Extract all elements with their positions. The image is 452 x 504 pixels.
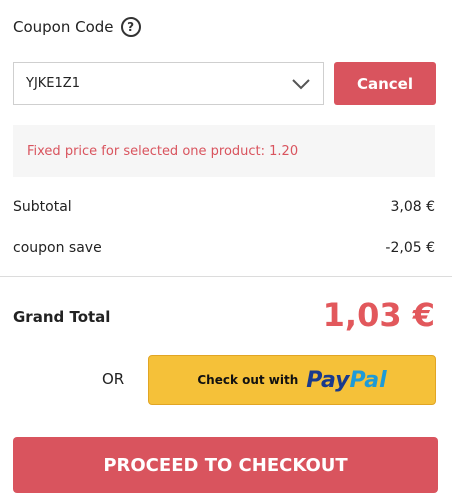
proceed-to-checkout-button[interactable]: PROCEED TO CHECKOUT [13,437,438,493]
subtotal-row: Subtotal 3,08 € [13,199,435,215]
divider [0,276,452,277]
coupon-save-value: -2,05 € [385,240,435,256]
question-circle-icon[interactable]: ? [120,17,141,37]
grand-total-label: Grand Total [13,308,111,326]
coupon-message: Fixed price for selected one product: 1.… [13,125,435,177]
cancel-coupon-button[interactable]: Cancel [334,62,436,105]
or-separator: OR [102,370,125,388]
paypal-logo: PayPal [306,367,387,393]
coupon-heading-label: Coupon Code [13,18,114,36]
subtotal-value: 3,08 € [390,199,435,215]
coupon-code-value: YJKE1Z1 [26,76,80,91]
chevron-down-icon [292,78,310,89]
coupon-heading: Coupon Code ? [13,17,141,37]
paypal-checkout-button[interactable]: Check out with PayPal [148,355,436,405]
grand-total-value: 1,03 € [322,296,435,334]
coupon-code-select[interactable]: YJKE1Z1 [13,62,324,105]
subtotal-label: Subtotal [13,199,72,215]
coupon-save-label: coupon save [13,240,102,256]
paypal-prefix-text: Check out with [197,373,299,387]
coupon-save-row: coupon save -2,05 € [13,240,435,256]
